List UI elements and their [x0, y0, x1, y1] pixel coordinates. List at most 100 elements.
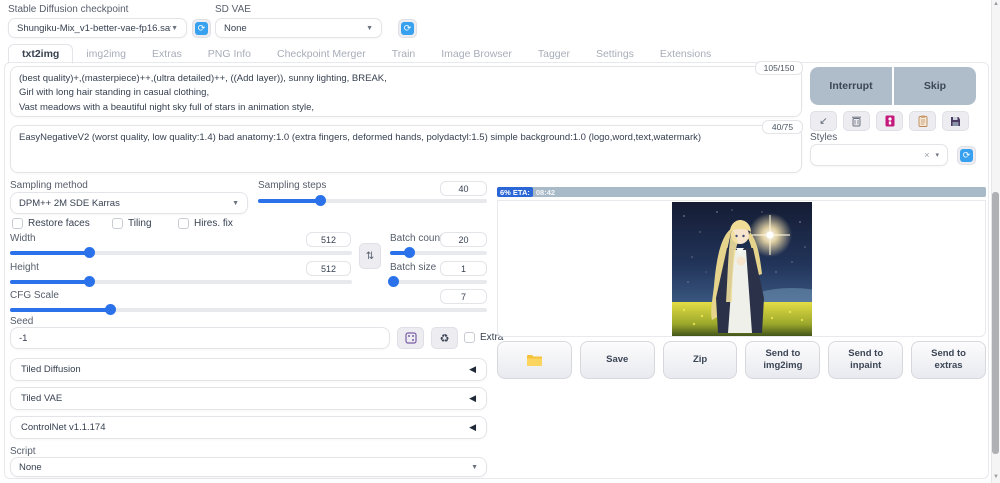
- styles-dropdown[interactable]: × ▾: [810, 144, 948, 166]
- batch-size-value[interactable]: 1: [440, 261, 487, 276]
- send-to-inpaint-button[interactable]: Send to inpaint: [828, 341, 903, 379]
- save-style-button[interactable]: [942, 111, 969, 131]
- sampling-steps-label: Sampling steps: [258, 180, 326, 191]
- flower-card-icon: [885, 115, 895, 127]
- refresh-icon: ⟳: [401, 22, 414, 35]
- batch-size-slider[interactable]: [390, 275, 487, 287]
- cfg-scale-value[interactable]: 7: [440, 289, 487, 304]
- checkpoint-value: Shungiku-Mix_v1-better-vae-fp16.safetens…: [17, 23, 171, 34]
- refresh-icon: ⟳: [195, 22, 208, 35]
- scrollbar-thumb[interactable]: [992, 192, 999, 454]
- zip-button[interactable]: Zip: [663, 341, 738, 379]
- batch-size-label: Batch size: [390, 262, 436, 273]
- tab-image-browser[interactable]: Image Browser: [428, 45, 525, 63]
- progress-percent: 6% ETA:: [497, 187, 533, 197]
- send-to-img2img-button[interactable]: Send to img2img: [745, 341, 820, 379]
- swap-dimensions-button[interactable]: ⇅: [359, 243, 381, 269]
- chevron-down-icon: ▼: [366, 25, 373, 32]
- checkbox-box[interactable]: [178, 218, 189, 229]
- refresh-icon: ⟳: [960, 149, 973, 162]
- prompt-tool-row: ↙: [810, 111, 969, 131]
- checkpoint-refresh-button[interactable]: ⟳: [192, 19, 211, 38]
- save-button[interactable]: Save: [580, 341, 655, 379]
- accordion-title: Tiled VAE: [21, 393, 62, 404]
- checkpoint-dropdown[interactable]: Shungiku-Mix_v1-better-vae-fp16.safetens…: [8, 18, 187, 38]
- tab-train[interactable]: Train: [379, 45, 429, 63]
- sampling-method-value: DPM++ 2M SDE Karras: [19, 198, 120, 209]
- batch-count-value[interactable]: 20: [440, 232, 487, 247]
- checkbox-box[interactable]: [112, 218, 123, 229]
- hires-fix-label: Hires. fix: [194, 218, 233, 229]
- tab-png-info[interactable]: PNG Info: [195, 45, 264, 63]
- main-tab-bar: txt2img img2img Extras PNG Info Checkpoi…: [8, 45, 724, 63]
- apply-styles-button[interactable]: [909, 111, 936, 131]
- vae-refresh-button[interactable]: ⟳: [398, 19, 417, 38]
- clear-styles-icon[interactable]: ×: [924, 150, 929, 160]
- cfg-scale-slider[interactable]: [10, 303, 487, 315]
- send-to-extras-button[interactable]: Send to extras: [911, 341, 986, 379]
- tab-checkpoint-merger[interactable]: Checkpoint Merger: [264, 45, 379, 63]
- prompt-token-counter: 105/150: [755, 61, 803, 75]
- skip-button[interactable]: Skip: [894, 67, 976, 105]
- tab-tagger[interactable]: Tagger: [525, 45, 583, 63]
- generation-progress-bar: 6% ETA: 08:42: [497, 187, 986, 197]
- accordion-tiled-vae[interactable]: Tiled VAE ◀: [10, 387, 487, 410]
- seed-label: Seed: [10, 316, 33, 327]
- styles-refresh-button[interactable]: ⟳: [957, 146, 976, 165]
- vae-label: SD VAE: [215, 4, 251, 15]
- folder-icon: [526, 354, 542, 366]
- height-value[interactable]: 512: [306, 261, 351, 276]
- width-value[interactable]: 512: [306, 232, 351, 247]
- prompt-input[interactable]: (best quality)+,(masterpiece)++,(ultra d…: [10, 66, 802, 117]
- script-value: None: [19, 462, 42, 473]
- script-dropdown[interactable]: None ▼: [10, 457, 487, 477]
- negative-prompt-token-counter: 40/75: [762, 120, 803, 134]
- batch-count-slider[interactable]: [390, 246, 487, 258]
- generate-button-group: Interrupt Skip: [810, 67, 976, 105]
- progress-eta: 08:42: [536, 188, 555, 197]
- chevron-down-icon: ▼: [171, 25, 178, 32]
- restore-faces-checkbox[interactable]: Restore faces: [12, 218, 90, 229]
- sampling-method-dropdown[interactable]: DPM++ 2M SDE Karras ▼: [10, 192, 248, 214]
- accordion-tiled-diffusion[interactable]: Tiled Diffusion ◀: [10, 358, 487, 381]
- hires-fix-checkbox[interactable]: Hires. fix: [178, 218, 233, 229]
- tab-img2img[interactable]: img2img: [73, 45, 139, 63]
- width-slider[interactable]: [10, 246, 352, 258]
- tab-txt2img[interactable]: txt2img: [8, 44, 73, 64]
- chevron-down-icon: ▼: [232, 200, 239, 207]
- scroll-up-icon[interactable]: ▲: [992, 1, 1000, 7]
- random-seed-button[interactable]: [397, 327, 424, 349]
- chevron-down-icon: ▾: [935, 151, 939, 159]
- tab-extras[interactable]: Extras: [139, 45, 195, 63]
- floppy-disk-icon: [950, 116, 961, 127]
- negative-prompt-input[interactable]: EasyNegativeV2 (worst quality, low quali…: [10, 125, 802, 173]
- output-button-row: Save Zip Send to img2img Send to inpaint…: [497, 341, 986, 379]
- sampling-steps-slider[interactable]: [258, 194, 487, 206]
- width-label: Width: [10, 233, 36, 244]
- image-preview-panel: [497, 200, 986, 337]
- scroll-down-icon[interactable]: ▼: [992, 474, 1000, 480]
- interrupt-button[interactable]: Interrupt: [810, 67, 892, 105]
- clear-prompt-button[interactable]: [843, 111, 870, 131]
- height-slider[interactable]: [10, 275, 352, 287]
- height-label: Height: [10, 262, 39, 273]
- checkbox-box[interactable]: [12, 218, 23, 229]
- cfg-scale-label: CFG Scale: [10, 290, 59, 301]
- accordion-title: ControlNet v1.1.174: [21, 422, 106, 433]
- seed-input[interactable]: [10, 327, 390, 349]
- checkbox-box[interactable]: [464, 332, 475, 343]
- tab-settings[interactable]: Settings: [583, 45, 647, 63]
- reuse-seed-button[interactable]: ♻: [431, 327, 458, 349]
- tiling-checkbox[interactable]: Tiling: [112, 218, 152, 229]
- vae-dropdown[interactable]: None ▼: [215, 18, 382, 38]
- open-folder-button[interactable]: [497, 341, 572, 379]
- accordion-controlnet[interactable]: ControlNet v1.1.174 ◀: [10, 416, 487, 439]
- vae-value: None: [224, 23, 247, 34]
- paste-params-button[interactable]: ↙: [810, 111, 837, 131]
- extra-networks-button[interactable]: [876, 111, 903, 131]
- generated-image[interactable]: [672, 202, 812, 336]
- tab-extensions[interactable]: Extensions: [647, 45, 724, 63]
- dice-icon: [405, 332, 417, 344]
- accordion-collapsed-icon: ◀: [469, 364, 476, 375]
- accordion-collapsed-icon: ◀: [469, 393, 476, 404]
